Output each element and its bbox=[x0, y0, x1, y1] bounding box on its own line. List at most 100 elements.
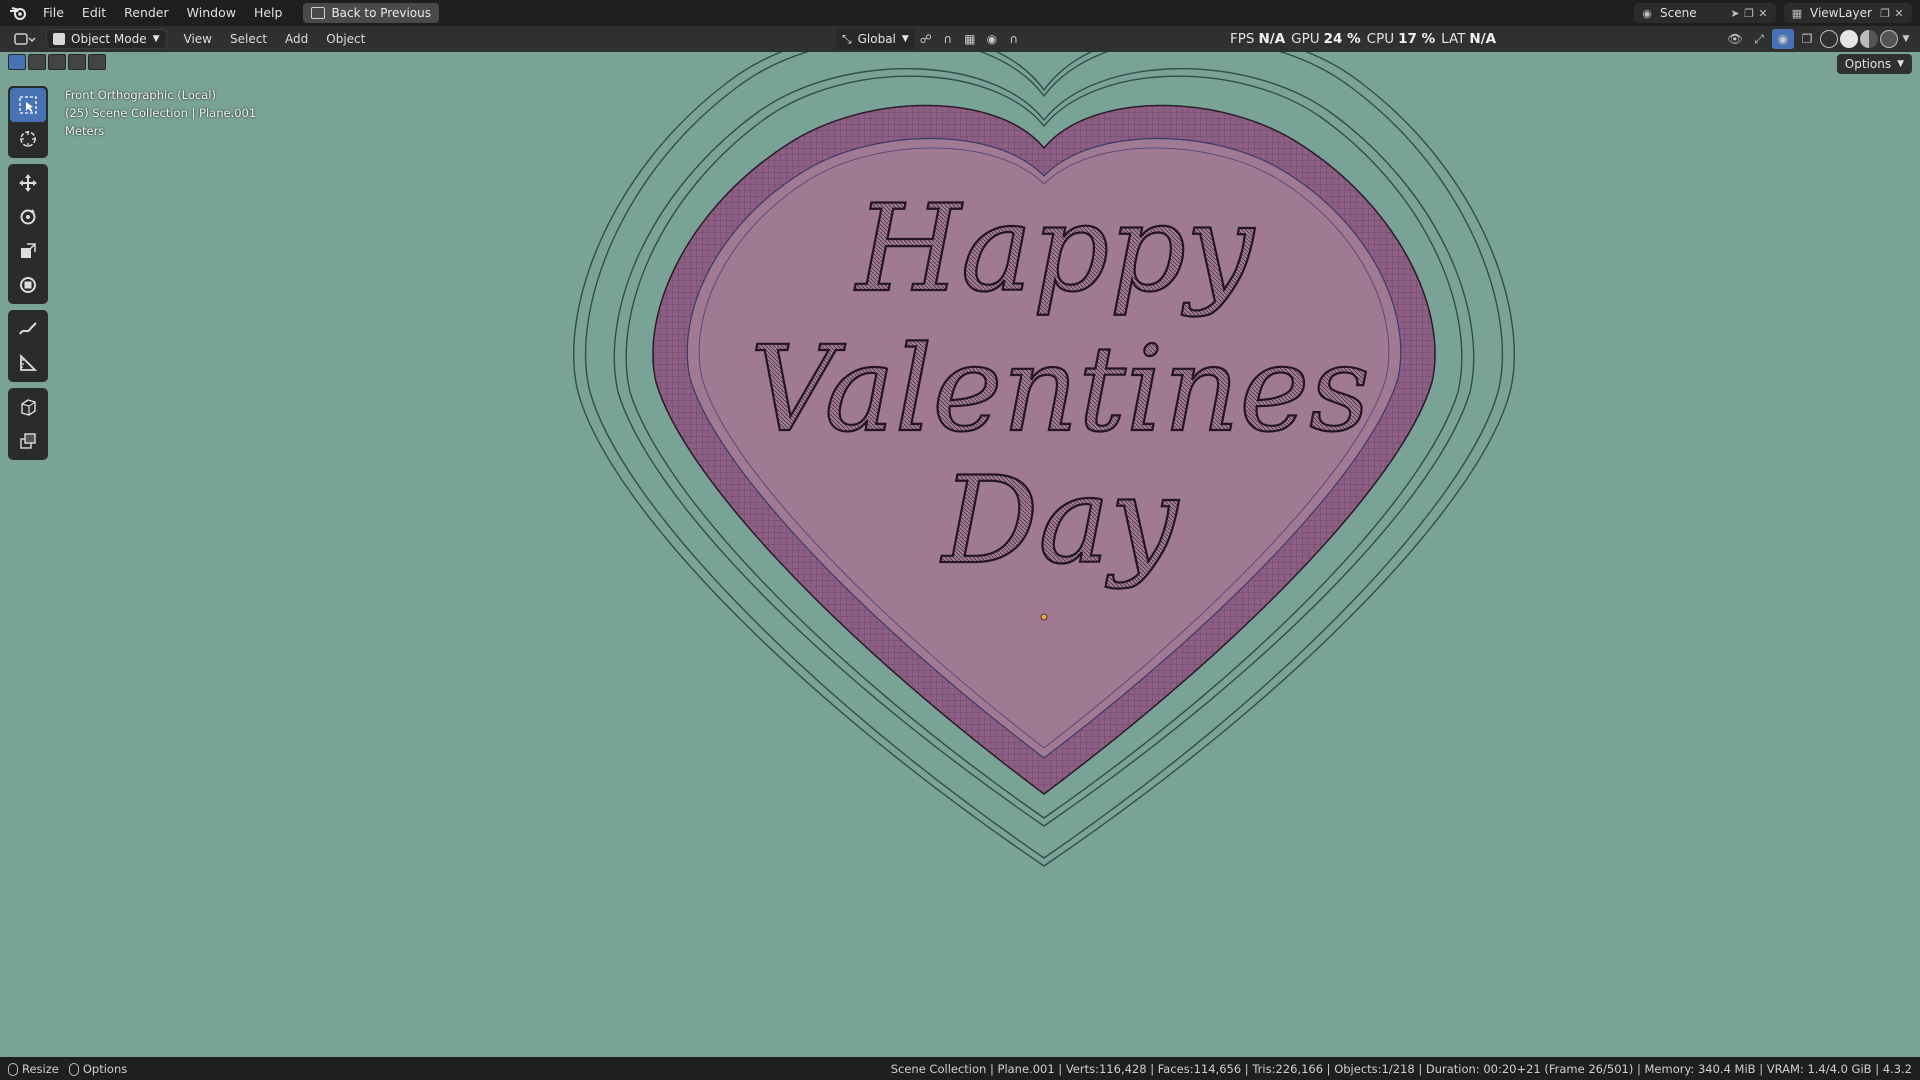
viewport-info-overlay: Front Orthographic (Local) (25) Scene Co… bbox=[65, 86, 256, 140]
solid-shading-icon[interactable] bbox=[1840, 30, 1858, 48]
menu-help[interactable]: Help bbox=[245, 2, 292, 24]
chevron-down-icon: ▼ bbox=[1897, 59, 1904, 69]
blender-logo-icon[interactable] bbox=[8, 3, 28, 23]
chevron-down-icon: ▼ bbox=[152, 34, 160, 44]
object-mode-dropdown[interactable]: Object Mode ▼ bbox=[46, 29, 167, 49]
performance-stats: FPS N/A GPU 24 % CPU 17 % LAT N/A bbox=[1230, 26, 1502, 52]
orientation-dropdown[interactable]: ⤡ Global ▼ bbox=[836, 29, 915, 49]
scene-canvas: Happy Valentines Day bbox=[573, 52, 1515, 867]
falloff-icon[interactable]: ∩ bbox=[1003, 29, 1025, 49]
options-label: Options bbox=[1844, 57, 1892, 71]
pin-icon[interactable]: ➤ bbox=[1728, 6, 1742, 20]
status-bar: Resize Options Scene Collection | Plane.… bbox=[0, 1057, 1920, 1080]
lettering-day: Day bbox=[940, 452, 1180, 591]
chevron-down-icon: ▼ bbox=[901, 34, 909, 44]
mouse-left-icon bbox=[8, 1062, 18, 1076]
collection-info: (25) Scene Collection | Plane.001 bbox=[65, 106, 257, 120]
select-box-tool-icon[interactable] bbox=[10, 88, 46, 122]
annotate-tool-icon[interactable] bbox=[10, 312, 46, 346]
pivot-point-icon[interactable]: ☍ bbox=[915, 29, 937, 49]
lettering-valentines: Valentines bbox=[750, 320, 1370, 458]
view-layer-selector[interactable]: ▦ ViewLayer ❐ ✕ bbox=[1784, 3, 1912, 23]
tool-group-add bbox=[8, 388, 48, 460]
orientation-label: Global bbox=[857, 32, 896, 46]
move-tool-icon[interactable] bbox=[10, 166, 46, 200]
proportional-edit-icon[interactable]: ◉ bbox=[981, 29, 1003, 49]
menu-render[interactable]: Render bbox=[115, 2, 178, 24]
select-intersect-mode-icon[interactable] bbox=[88, 54, 106, 70]
rotate-tool-icon[interactable] bbox=[10, 200, 46, 234]
topbar-right: ◉ Scene ➤ ❐ ✕ ▦ ViewLayer ❐ ✕ bbox=[1634, 0, 1920, 26]
orientation-icon: ⤡ bbox=[842, 31, 852, 46]
gpu-value: 24 % bbox=[1323, 31, 1361, 47]
extrude-tool-icon[interactable] bbox=[10, 424, 46, 458]
options-dropdown[interactable]: Options ▼ bbox=[1836, 54, 1912, 74]
select-subtract-mode-icon[interactable] bbox=[48, 54, 66, 70]
menu-window[interactable]: Window bbox=[178, 2, 245, 24]
viewport-display-controls: 👁 ⤢ ◉ ❐ ▼ bbox=[1724, 29, 1912, 49]
3d-viewport[interactable]: Happy Valentines Day Options ▼ Front Ort… bbox=[0, 52, 1920, 1057]
menu-file[interactable]: File bbox=[34, 2, 73, 24]
delete-view-layer-icon[interactable]: ✕ bbox=[1892, 6, 1906, 20]
header-menu-view[interactable]: View bbox=[175, 32, 221, 46]
select-extend-mode-icon[interactable] bbox=[28, 54, 46, 70]
editor-type-icon[interactable] bbox=[10, 29, 40, 49]
gizmo-icon[interactable]: ⤢ bbox=[1748, 29, 1770, 49]
header-menu-select[interactable]: Select bbox=[221, 32, 276, 46]
view-layer-icon: ▦ bbox=[1791, 6, 1803, 20]
scale-tool-icon[interactable] bbox=[10, 234, 46, 268]
options-hint: Options bbox=[68, 1062, 127, 1076]
new-view-layer-icon[interactable]: ❐ bbox=[1878, 6, 1892, 20]
new-scene-icon[interactable]: ❐ bbox=[1742, 6, 1756, 20]
view-layer-name[interactable]: ViewLayer bbox=[1804, 6, 1878, 20]
cpu-value: 17 % bbox=[1398, 31, 1436, 47]
tool-group-transform bbox=[8, 164, 48, 304]
menu-edit[interactable]: Edit bbox=[73, 2, 115, 24]
scene-selector[interactable]: ◉ Scene ➤ ❐ ✕ bbox=[1634, 3, 1776, 23]
visibility-eye-icon[interactable]: 👁 bbox=[1724, 29, 1746, 49]
header-menu-object[interactable]: Object bbox=[317, 32, 374, 46]
object-mode-icon bbox=[53, 33, 65, 45]
viewport-header: Object Mode ▼ View Select Add Object ⤡ G… bbox=[0, 26, 1920, 52]
fps-value: N/A bbox=[1258, 31, 1286, 47]
transform-tools: ⤡ Global ▼ ☍ ∩ ▦ ◉ ∩ bbox=[836, 29, 1025, 49]
top-menu-bar: File Edit Render Window Help Back to Pre… bbox=[0, 0, 1920, 26]
units-info: Meters bbox=[65, 124, 105, 138]
cursor-tool-icon[interactable] bbox=[10, 122, 46, 156]
lat-value: N/A bbox=[1469, 31, 1497, 47]
header-menu-add[interactable]: Add bbox=[276, 32, 317, 46]
shading-options-chevron-icon[interactable]: ▼ bbox=[1900, 29, 1912, 49]
select-invert-mode-icon[interactable] bbox=[68, 54, 86, 70]
scene-name[interactable]: Scene bbox=[1654, 6, 1728, 20]
snap-grid-icon[interactable]: ▦ bbox=[959, 29, 981, 49]
status-bar-hints: Resize Options bbox=[0, 1062, 127, 1076]
snap-magnet-icon[interactable]: ∩ bbox=[937, 29, 959, 49]
overlays-icon[interactable]: ◉ bbox=[1772, 29, 1794, 49]
screen-icon bbox=[311, 7, 326, 19]
measure-tool-icon[interactable] bbox=[10, 346, 46, 380]
lettering-happy: Happy bbox=[854, 180, 1256, 319]
object-origin-point[interactable] bbox=[1040, 613, 1048, 621]
fps-label: FPS bbox=[1230, 31, 1255, 47]
rendered-shading-icon[interactable] bbox=[1880, 30, 1898, 48]
back-to-previous-label: Back to Previous bbox=[331, 6, 431, 20]
transform-tool-icon[interactable] bbox=[10, 268, 46, 302]
tool-shelf bbox=[8, 86, 48, 466]
scene-icon: ◉ bbox=[1642, 6, 1652, 20]
add-cube-tool-icon[interactable] bbox=[10, 390, 46, 424]
tool-group-annotate bbox=[8, 310, 48, 382]
selection-mode-buttons bbox=[8, 54, 106, 74]
wireframe-shading-icon[interactable] bbox=[1820, 30, 1838, 48]
material-shading-icon[interactable] bbox=[1860, 30, 1878, 48]
lat-label: LAT bbox=[1441, 31, 1466, 47]
scene-statistics: Scene Collection | Plane.001 | Verts:116… bbox=[890, 1061, 1912, 1076]
resize-hint: Resize bbox=[8, 1062, 59, 1076]
view-name: Front Orthographic (Local) bbox=[65, 88, 216, 102]
xray-icon[interactable]: ❐ bbox=[1796, 29, 1818, 49]
back-to-previous-button[interactable]: Back to Previous bbox=[303, 3, 439, 23]
delete-scene-icon[interactable]: ✕ bbox=[1756, 6, 1770, 20]
cpu-label: CPU bbox=[1366, 31, 1395, 47]
object-mode-label: Object Mode bbox=[71, 32, 147, 46]
resize-hint-label: Resize bbox=[22, 1061, 59, 1076]
select-new-mode-icon[interactable] bbox=[8, 54, 26, 70]
